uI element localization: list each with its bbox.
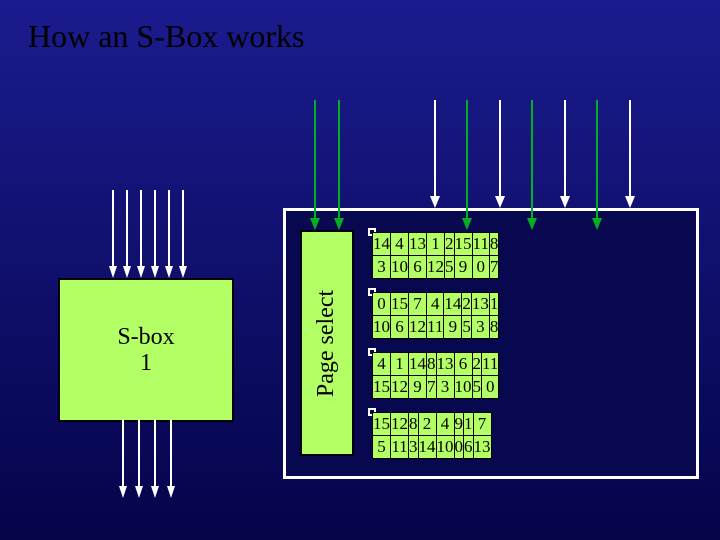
table-cell: 3 [409, 436, 419, 459]
table-cell: 2 [418, 413, 436, 436]
sbox-table-0: 1441312151183106125907 [368, 228, 376, 236]
table-cell: 6 [409, 256, 427, 279]
table-cell: 3 [436, 376, 454, 399]
table-cell: 3 [373, 256, 391, 279]
table-cell: 0 [454, 436, 464, 459]
table-cell: 12 [427, 256, 445, 279]
table-cell: 0 [482, 376, 499, 399]
table-cell: 11 [427, 316, 444, 339]
table-cell: 1 [464, 413, 474, 436]
table-cell: 13 [409, 233, 427, 256]
table-cell: 4 [436, 413, 454, 436]
table-cell: 7 [427, 376, 437, 399]
table-cell: 11 [391, 436, 409, 459]
table-cell: 15 [454, 233, 472, 256]
table-cell: 8 [409, 413, 419, 436]
sbox-block: S-box 1 [58, 278, 234, 422]
table-cell: 13 [471, 293, 489, 316]
table-cell: 7 [409, 293, 427, 316]
table-cell: 12 [409, 316, 427, 339]
table-cell: 9 [454, 413, 464, 436]
table-cell: 9 [454, 256, 472, 279]
table-cell: 13 [473, 436, 491, 459]
table-cell: 14 [444, 293, 462, 316]
table-cell: 4 [373, 353, 391, 376]
table-cell: 15 [391, 293, 409, 316]
table-cell: 5 [472, 376, 482, 399]
table-cell: 0 [373, 293, 391, 316]
table-cell: 8 [427, 353, 437, 376]
table-cell: 13 [436, 353, 454, 376]
page-select-label: Page select [314, 289, 341, 396]
table-cell: 3 [471, 316, 489, 339]
table-cell: 6 [391, 316, 409, 339]
table-cell: 2 [472, 353, 482, 376]
table-cell: 14 [373, 233, 391, 256]
table-cell: 10 [436, 436, 454, 459]
table-cell: 10 [454, 376, 472, 399]
sbox-table-2: 4114813621115129731050 [368, 348, 376, 356]
sbox-label-1: S-box [117, 324, 174, 350]
table-cell: 8 [489, 316, 499, 339]
table-cell: 5 [462, 316, 472, 339]
table-cell: 12 [391, 413, 409, 436]
table-cell: 9 [444, 316, 462, 339]
table-cell: 4 [391, 233, 409, 256]
sbox-table-3: 1512824917511314100613 [368, 408, 376, 416]
slide-title: How an S-Box works [28, 18, 304, 55]
sbox-label-2: 1 [140, 350, 152, 376]
table-cell: 14 [418, 436, 436, 459]
table-cell: 2 [462, 293, 472, 316]
table-cell: 7 [473, 413, 491, 436]
table-cell: 2 [445, 233, 455, 256]
sbox-output-arrows [118, 420, 178, 500]
table-cell: 1 [427, 233, 445, 256]
page-select-input-arrows [305, 100, 347, 232]
table-input-arrows-green [420, 100, 650, 232]
table-cell: 4 [427, 293, 444, 316]
table-cell: 10 [373, 316, 391, 339]
table-cell: 6 [464, 436, 474, 459]
table-cell: 11 [482, 353, 499, 376]
table-cell: 10 [391, 256, 409, 279]
table-cell: 1 [489, 293, 499, 316]
table-cell: 15 [373, 376, 391, 399]
sbox-table-1: 0157414213110612119538 [368, 288, 376, 296]
table-cell: 7 [489, 256, 499, 279]
table-cell: 15 [373, 413, 391, 436]
table-cell: 0 [472, 256, 489, 279]
table-cell: 12 [391, 376, 409, 399]
table-cell: 9 [409, 376, 427, 399]
page-select-block: Page select [300, 230, 354, 456]
table-cell: 14 [409, 353, 427, 376]
table-cell: 1 [391, 353, 409, 376]
sbox-input-arrows [108, 190, 188, 280]
table-cell: 8 [489, 233, 499, 256]
table-cell: 11 [472, 233, 489, 256]
table-cell: 5 [445, 256, 455, 279]
table-cell: 6 [454, 353, 472, 376]
table-cell: 5 [373, 436, 391, 459]
